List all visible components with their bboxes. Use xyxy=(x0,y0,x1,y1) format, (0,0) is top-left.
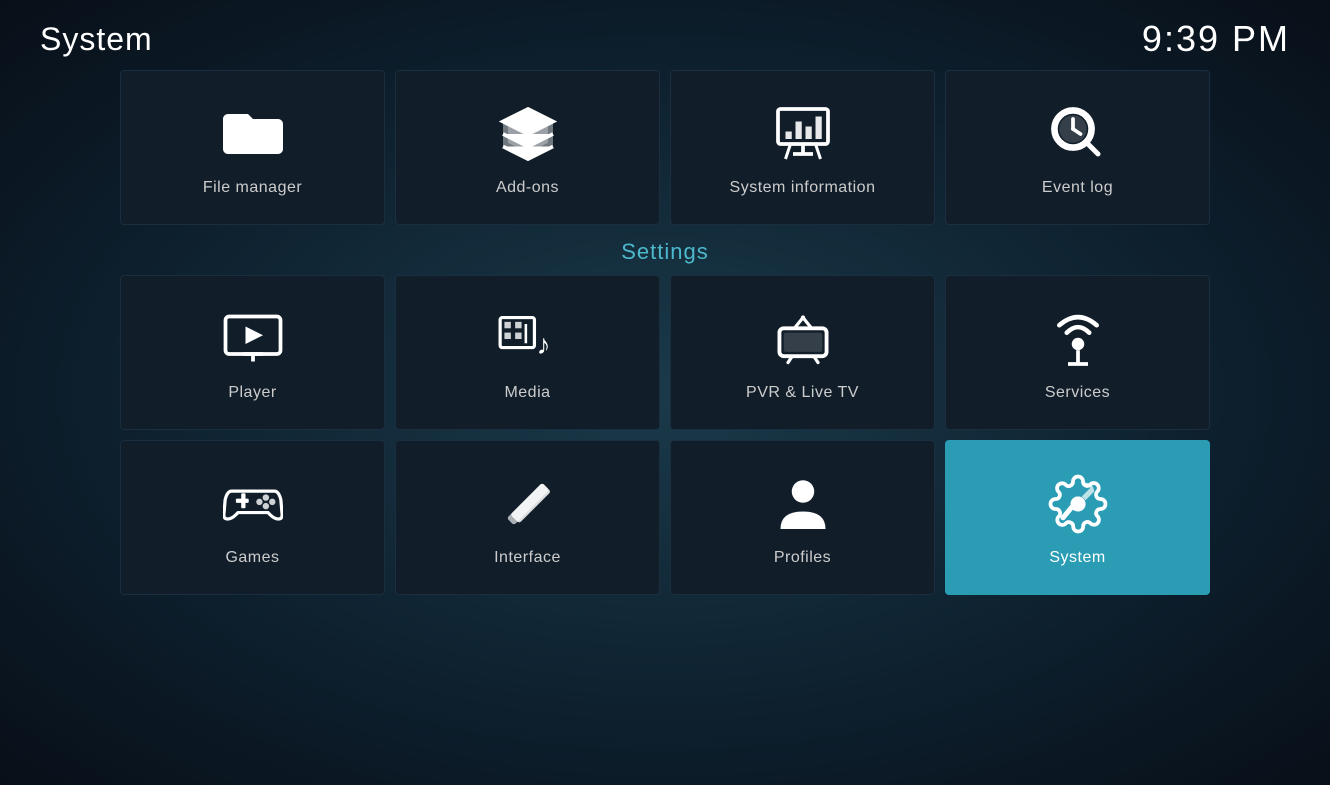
svg-text:♪: ♪ xyxy=(536,329,550,360)
profiles-label: Profiles xyxy=(774,549,831,567)
tile-profiles[interactable]: Profiles xyxy=(670,440,935,595)
tile-event-log[interactable]: Event log xyxy=(945,70,1210,225)
media-icon: ♪ xyxy=(498,304,558,374)
file-manager-label: File manager xyxy=(203,179,302,197)
folder-icon xyxy=(223,99,283,169)
event-log-label: Event log xyxy=(1042,179,1113,197)
top-row: File manager Add-ons xyxy=(120,70,1210,225)
pvr-live-tv-label: PVR & Live TV xyxy=(746,384,859,402)
profile-icon xyxy=(773,469,833,539)
settings-row-2: Games Interface xyxy=(120,440,1210,595)
page-title: System xyxy=(40,21,153,58)
header: System 9:39 PM xyxy=(0,0,1330,70)
tv-icon xyxy=(773,304,833,374)
games-label: Games xyxy=(225,549,279,567)
tile-add-ons[interactable]: Add-ons xyxy=(395,70,660,225)
gear-icon xyxy=(1048,469,1108,539)
tools-icon xyxy=(498,469,558,539)
clock: 9:39 PM xyxy=(1142,18,1290,60)
tile-system-information[interactable]: System information xyxy=(670,70,935,225)
interface-label: Interface xyxy=(494,549,561,567)
clock-search-icon xyxy=(1048,99,1108,169)
services-label: Services xyxy=(1045,384,1110,402)
tile-games[interactable]: Games xyxy=(120,440,385,595)
settings-row-1: Player ♪ Media xyxy=(120,275,1210,430)
broadcast-icon xyxy=(1048,304,1108,374)
tile-media[interactable]: ♪ Media xyxy=(395,275,660,430)
tile-pvr-live-tv[interactable]: PVR & Live TV xyxy=(670,275,935,430)
gamepad-icon xyxy=(223,469,283,539)
system-information-label: System information xyxy=(730,179,876,197)
player-label: Player xyxy=(228,384,276,402)
system-label: System xyxy=(1049,549,1105,567)
monitor-play-icon xyxy=(223,304,283,374)
tile-services[interactable]: Services xyxy=(945,275,1210,430)
chart-icon xyxy=(773,99,833,169)
tile-file-manager[interactable]: File manager xyxy=(120,70,385,225)
tile-interface[interactable]: Interface xyxy=(395,440,660,595)
settings-label: Settings xyxy=(120,225,1210,275)
tile-system[interactable]: System xyxy=(945,440,1210,595)
main-content: File manager Add-ons xyxy=(0,70,1330,595)
tile-player[interactable]: Player xyxy=(120,275,385,430)
media-label: Media xyxy=(504,384,550,402)
add-ons-label: Add-ons xyxy=(496,179,559,197)
box-icon xyxy=(498,99,558,169)
